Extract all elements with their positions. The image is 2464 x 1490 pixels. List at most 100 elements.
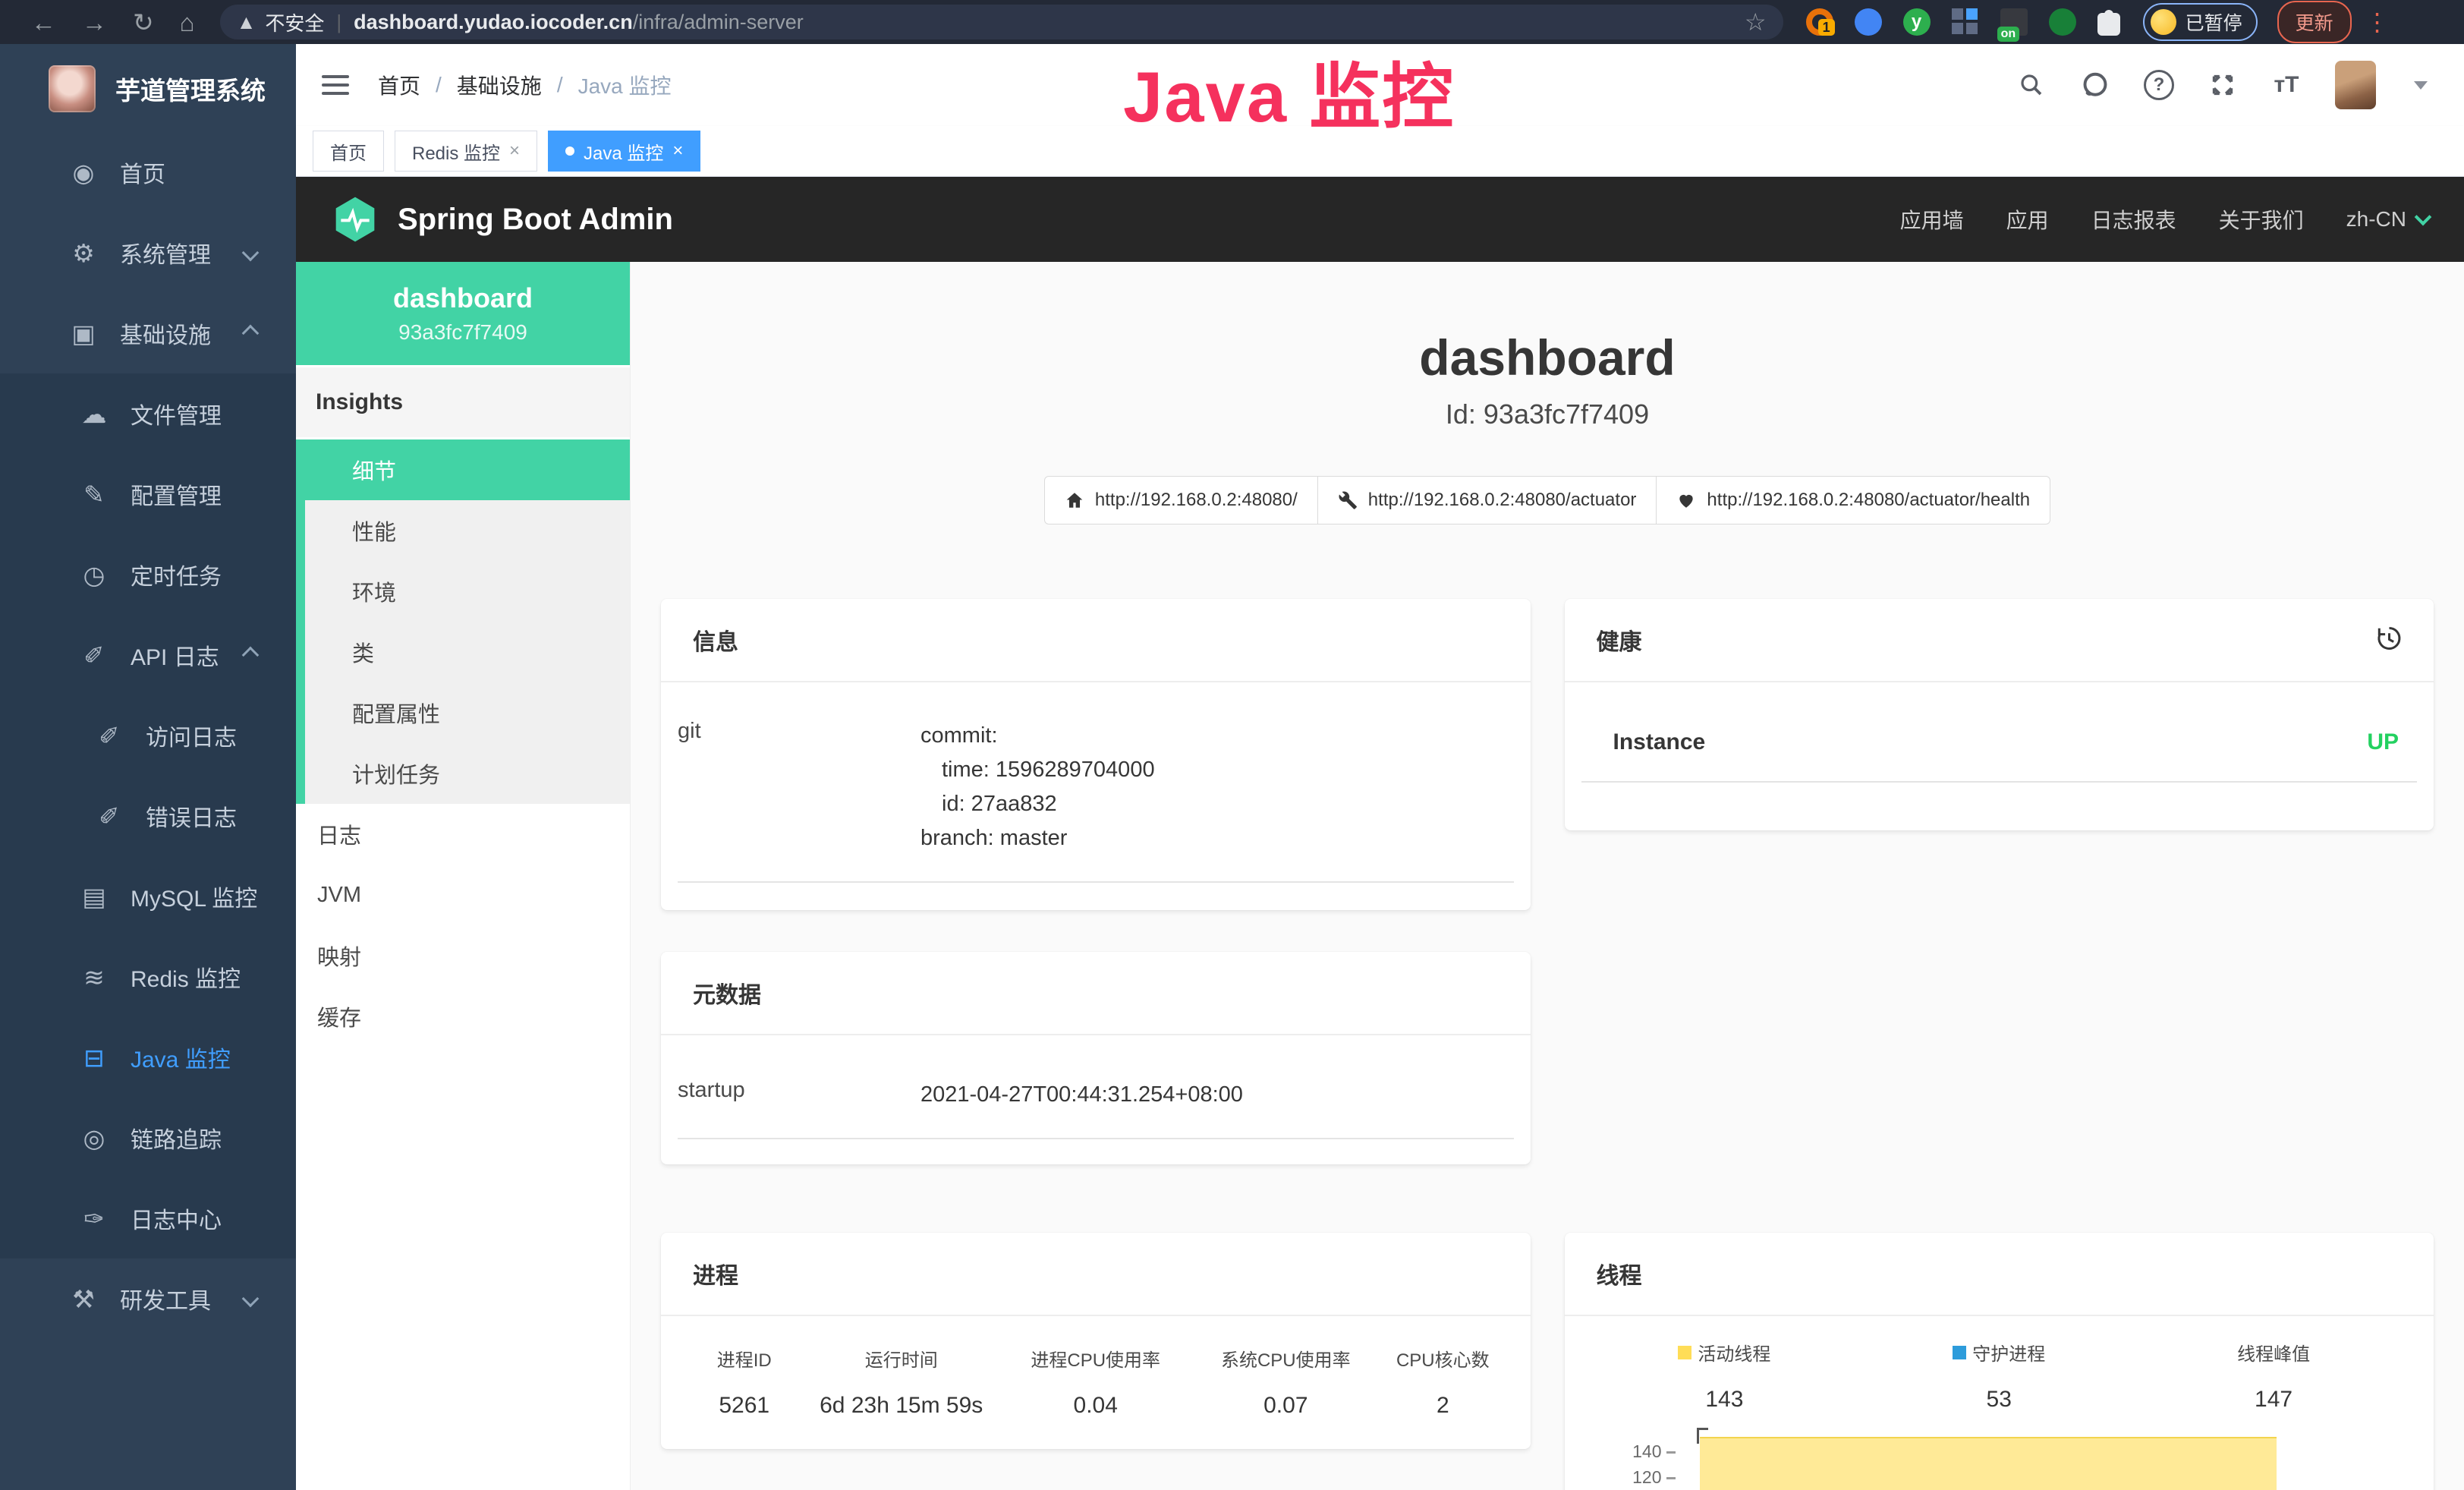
row-divider — [678, 881, 1514, 883]
avatar[interactable] — [2335, 61, 2376, 109]
url-path: /infra/admin-server — [633, 11, 804, 34]
chevron-down-icon — [242, 1290, 260, 1308]
sidebar-item-system[interactable]: ⚙ 系统管理 — [0, 213, 296, 293]
breadcrumb-infra[interactable]: 基础设施 — [457, 70, 542, 100]
hamburger-icon[interactable] — [322, 75, 349, 95]
sba-item-environment[interactable]: 环境 — [305, 561, 630, 622]
row-divider — [678, 1138, 1514, 1139]
annotation-java-monitor: Java 监控 — [1123, 39, 1455, 143]
sba-item-logs[interactable]: 日志 — [296, 804, 630, 865]
tab-home[interactable]: 首页 — [313, 131, 384, 172]
extensions-puzzle-icon[interactable] — [2097, 13, 2120, 36]
sidebar-item-file-manage[interactable]: ☁ 文件管理 — [0, 373, 296, 454]
sba-item-scheduled-tasks[interactable]: 计划任务 — [305, 743, 630, 804]
instance-header[interactable]: dashboard 93a3fc7f7409 — [296, 262, 630, 365]
extension-icon-orange[interactable]: 1 — [1806, 8, 1833, 36]
heart-icon — [1676, 490, 1696, 510]
threads-chart: 140 120 100 — [1610, 1440, 2434, 1490]
help-icon[interactable]: ? — [2144, 70, 2174, 100]
health-card-title: 健康 — [1597, 623, 1642, 657]
sidebar-menu: ◉ 首页 ⚙ 系统管理 ▣ 基础设施 ☁ 文件管理 — [0, 132, 296, 1339]
sba-item-config-props[interactable]: 配置属性 — [305, 682, 630, 743]
sba-item-mappings[interactable]: 映射 — [296, 925, 630, 986]
process-pid: 5261 — [682, 1393, 806, 1419]
bookmark-star-icon[interactable]: ☆ — [1745, 8, 1767, 36]
actuator-url-button[interactable]: http://192.168.0.2:48080/actuator — [1317, 476, 1657, 524]
sba-item-jvm[interactable]: JVM — [296, 865, 630, 925]
history-icon[interactable] — [2374, 625, 2402, 656]
extension-icon-y[interactable]: y — [1903, 8, 1931, 36]
extension-icon-on[interactable]: on — [2000, 8, 2028, 36]
sidebar-item-java-monitor[interactable]: ⊟ Java 监控 — [0, 1017, 296, 1098]
sidebar-item-scheduled-job[interactable]: ◷ 定时任务 — [0, 534, 296, 615]
browser-refresh-icon[interactable]: ↻ — [133, 10, 154, 35]
sidebar-item-mysql-monitor[interactable]: ▤ MySQL 监控 — [0, 856, 296, 937]
info-card-title: 信息 — [693, 623, 738, 657]
main-content: dashboard Id: 93a3fc7f7409 http://192.16… — [631, 262, 2464, 1490]
threads-card-title: 线程 — [1597, 1257, 1642, 1290]
fullscreen-icon[interactable] — [2208, 70, 2238, 100]
edit-icon: ✎ — [76, 480, 112, 509]
browser-forward-icon[interactable]: → — [82, 10, 107, 35]
insights-section-label: Insights — [296, 365, 630, 439]
extension-icon-leaf[interactable] — [2049, 8, 2076, 36]
locale-selector[interactable]: zh-CN — [2346, 207, 2429, 232]
app-title: 芋道管理系统 — [115, 71, 266, 107]
chevron-down-icon — [242, 244, 260, 262]
sidebar-item-redis-monitor[interactable]: ≋ Redis 监控 — [0, 937, 296, 1017]
address-bar[interactable]: ▲ 不安全 | dashboard.yudao.iocoder.cn /infr… — [220, 5, 1783, 39]
sidebar-item-dev-tools[interactable]: ⚒ 研发工具 — [0, 1258, 296, 1339]
browser-back-icon[interactable]: ← — [31, 10, 56, 35]
timer-icon: ◷ — [76, 560, 112, 590]
tab-redis-monitor[interactable]: Redis 监控 × — [395, 131, 537, 172]
app-logo[interactable]: 芋道管理系统 — [0, 44, 296, 132]
browser-menu-icon[interactable]: ⋮ — [2365, 8, 2391, 36]
avatar-caret-icon[interactable] — [2414, 81, 2428, 90]
github-icon[interactable] — [2080, 70, 2110, 100]
warning-icon: ▲ — [237, 11, 256, 34]
edit-square-icon: ✐ — [76, 641, 112, 670]
monitor-icon: ▣ — [65, 319, 102, 348]
system-cpu: 0.07 — [1194, 1393, 1377, 1419]
sidebar-item-error-log[interactable]: ✐ 错误日志 — [0, 776, 296, 856]
service-url-button[interactable]: http://192.168.0.2:48080/ — [1044, 476, 1318, 524]
sba-nav-applications[interactable]: 应用 — [2006, 204, 2049, 235]
sidebar-item-log-center[interactable]: ✑ 日志中心 — [0, 1178, 296, 1258]
sidebar-item-infra[interactable]: ▣ 基础设施 — [0, 293, 296, 373]
sidebar-item-home[interactable]: ◉ 首页 — [0, 132, 296, 213]
extension-icon-grid[interactable] — [1952, 8, 1979, 36]
live-threads-value: 143 — [1588, 1387, 1862, 1413]
process-uptime: 6d 23h 15m 59s — [806, 1393, 996, 1419]
extension-icon-pin[interactable] — [1855, 8, 1882, 36]
search-icon[interactable] — [2016, 70, 2047, 100]
sba-nav-journal[interactable]: 日志报表 — [2091, 204, 2176, 235]
active-dot — [565, 146, 574, 156]
cloud-icon: ☁ — [76, 399, 112, 429]
sba-item-classes[interactable]: 类 — [305, 622, 630, 682]
browser-home-icon[interactable]: ⌂ — [180, 10, 195, 35]
browser-update-button[interactable]: 更新 — [2277, 1, 2352, 43]
metadata-card: 元数据 startup 2021-04-27T00:44:31.254+08:0… — [661, 952, 1531, 1164]
tab-java-monitor[interactable]: Java 监控 × — [548, 131, 700, 172]
font-size-icon[interactable]: тT — [2271, 70, 2302, 100]
profile-paused-badge[interactable]: 已暂停 — [2143, 3, 2258, 41]
sba-item-metrics[interactable]: 性能 — [305, 500, 630, 561]
breadcrumb-home[interactable]: 首页 — [378, 70, 420, 100]
insights-group: 细节 性能 环境 类 配置属性 计划任务 — [296, 439, 630, 804]
sidebar-item-tracing[interactable]: ◎ 链路追踪 — [0, 1098, 296, 1178]
info-card: 信息 git commit: time: 1596289704000 id: 2… — [661, 599, 1531, 910]
sba-item-caches[interactable]: 缓存 — [296, 986, 630, 1047]
chevron-down-icon — [2415, 209, 2432, 226]
sidebar-item-config-manage[interactable]: ✎ 配置管理 — [0, 454, 296, 534]
sba-item-details[interactable]: 细节 — [305, 439, 630, 500]
metadata-row-value: 2021-04-27T00:44:31.254+08:00 — [920, 1078, 1243, 1112]
sidebar-item-api-log[interactable]: ✐ API 日志 — [0, 615, 296, 695]
close-icon[interactable]: × — [672, 142, 683, 160]
breadcrumb: 首页 / 基础设施 / Java 监控 — [378, 70, 672, 100]
close-icon[interactable]: × — [509, 142, 520, 160]
sba-nav-about[interactable]: 关于我们 — [2219, 204, 2304, 235]
sba-brand[interactable]: Spring Boot Admin — [331, 195, 673, 244]
health-url-button[interactable]: http://192.168.0.2:48080/actuator/health — [1656, 476, 2050, 524]
sidebar-item-access-log[interactable]: ✐ 访问日志 — [0, 695, 296, 776]
sba-nav-wallboard[interactable]: 应用墙 — [1900, 204, 1964, 235]
